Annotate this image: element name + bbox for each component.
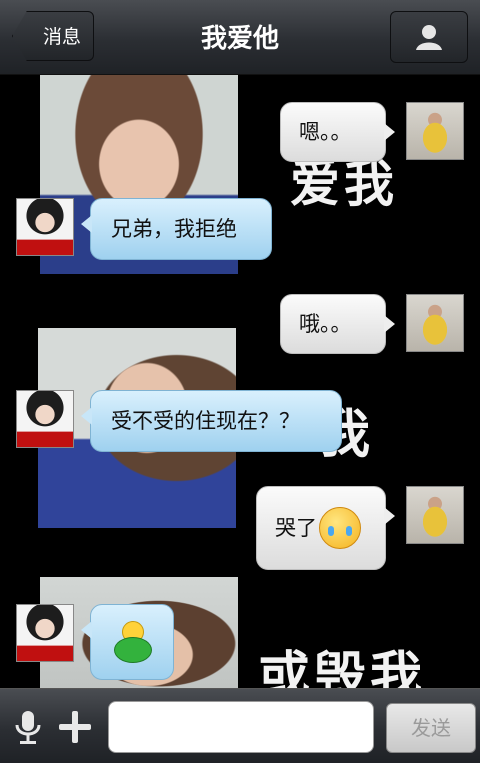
voice-button[interactable] [10,707,46,747]
avatar-contact[interactable] [16,198,74,256]
back-button[interactable]: 消息 [12,11,94,61]
person-icon [416,25,442,50]
input-bar: 发送 [0,688,480,763]
chat-title: 我爱他 [200,24,279,54]
message-bubble-outgoing[interactable]: 哭了 [256,486,395,570]
message-text: 嗯。。 [299,119,352,144]
wallpaper-text: 或毁我 [258,647,427,688]
plus-icon [59,711,91,743]
more-button[interactable] [56,707,94,747]
message-text: 兄弟，我拒绝 [111,216,237,241]
send-button[interactable]: 发送 [386,703,476,753]
sticker-icon [112,621,152,663]
message-bubble-incoming[interactable] [81,604,174,680]
message-bubble-incoming[interactable]: 受不受的住现在？？ [81,390,342,452]
microphone-icon [15,711,41,744]
avatar-self[interactable] [406,102,464,160]
chat-area[interactable]: 爱我 我 或毁我 嗯。。 兄弟，我拒绝 哦。。 受不受的住现在？？ 哭了 [0,74,480,688]
message-text: 哦。。 [299,311,352,336]
message-bubble-outgoing[interactable]: 哦。。 [280,294,395,354]
avatar-self[interactable] [406,486,464,544]
crying-face-icon [319,507,361,549]
avatar-contact[interactable] [16,390,74,448]
title-bar: 消息 我爱他 [0,0,480,75]
message-bubble-outgoing[interactable]: 嗯。。 [280,102,395,162]
avatar-self[interactable] [406,294,464,352]
message-text: 受不受的住现在？？ [111,408,300,433]
message-bubble-incoming[interactable]: 兄弟，我拒绝 [81,198,272,260]
avatar-contact[interactable] [16,604,74,662]
profile-button[interactable] [390,11,468,63]
message-input[interactable] [108,701,374,753]
message-text: 哭了 [275,515,317,540]
back-button-label: 消息 [42,26,81,48]
